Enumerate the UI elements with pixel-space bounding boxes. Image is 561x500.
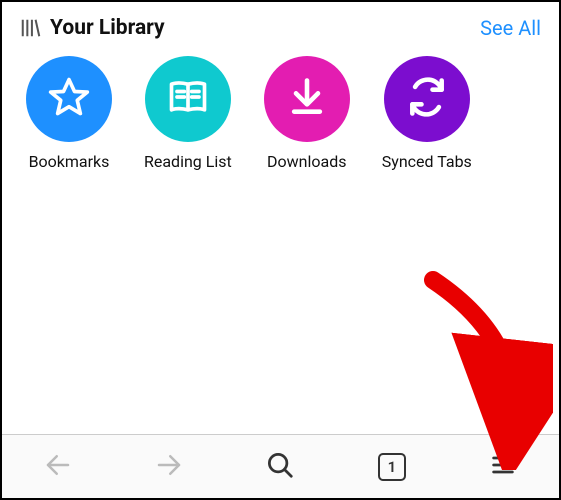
search-icon bbox=[265, 450, 295, 484]
sync-icon bbox=[405, 75, 449, 123]
menu-button[interactable] bbox=[475, 439, 531, 495]
forward-arrow-icon bbox=[154, 450, 184, 484]
library-item-downloads[interactable]: Downloads bbox=[264, 56, 350, 171]
see-all-link[interactable]: See All bbox=[480, 16, 541, 40]
back-button[interactable] bbox=[30, 439, 86, 495]
synced-tabs-circle bbox=[384, 56, 470, 142]
library-item-label: Bookmarks bbox=[29, 152, 110, 171]
bottom-toolbar: 1 bbox=[2, 434, 559, 498]
library-item-bookmarks[interactable]: Bookmarks bbox=[26, 56, 112, 171]
forward-button[interactable] bbox=[141, 439, 197, 495]
library-item-reading-list[interactable]: Reading List bbox=[144, 56, 232, 171]
library-item-label: Reading List bbox=[144, 152, 232, 171]
library-icon bbox=[20, 17, 42, 39]
library-header: Your Library See All bbox=[2, 2, 559, 50]
tab-count-value: 1 bbox=[388, 458, 397, 476]
back-arrow-icon bbox=[43, 450, 73, 484]
tab-count-badge: 1 bbox=[378, 453, 406, 481]
tabs-button[interactable]: 1 bbox=[364, 439, 420, 495]
library-item-synced-tabs[interactable]: Synced Tabs bbox=[382, 56, 472, 171]
page-title: Your Library bbox=[50, 16, 165, 40]
library-item-label: Downloads bbox=[267, 152, 346, 171]
header-left: Your Library bbox=[20, 16, 165, 40]
library-items: Bookmarks Reading List bbox=[2, 50, 559, 177]
content-spacer bbox=[2, 177, 559, 434]
search-button[interactable] bbox=[252, 439, 308, 495]
downloads-circle bbox=[264, 56, 350, 142]
book-icon bbox=[166, 75, 210, 123]
hamburger-menu-icon bbox=[489, 451, 517, 483]
app-frame: Your Library See All Bookmarks bbox=[0, 0, 561, 500]
library-item-label: Synced Tabs bbox=[382, 152, 472, 171]
download-icon bbox=[285, 75, 329, 123]
reading-list-circle bbox=[145, 56, 231, 142]
star-icon bbox=[47, 75, 91, 123]
bookmarks-circle bbox=[26, 56, 112, 142]
